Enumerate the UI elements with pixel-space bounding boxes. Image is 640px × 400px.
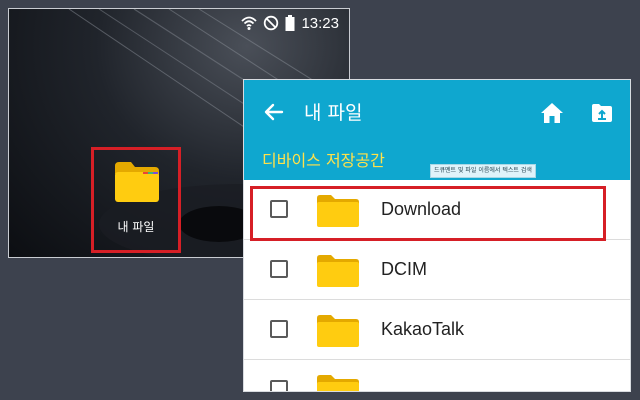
status-bar: 13:23 xyxy=(241,13,339,33)
folder-icon xyxy=(317,315,359,347)
back-arrow-icon[interactable] xyxy=(262,100,286,124)
folder-icon xyxy=(317,375,359,391)
file-manager-window: 내 파일 디바이스 저장공간 드큐멘트 및 파일 이름에서 텍스트 검색 Dow… xyxy=(243,79,631,392)
checkbox[interactable] xyxy=(270,200,288,218)
no-sound-icon xyxy=(263,15,279,31)
folder-list: Download DCIM KakaoTalk xyxy=(244,180,630,391)
list-item-download[interactable]: Download xyxy=(244,180,630,240)
my-files-app-shortcut[interactable]: 내 파일 xyxy=(91,147,181,253)
checkbox[interactable] xyxy=(270,380,288,391)
search-tooltip: 드큐멘트 및 파일 이름에서 텍스트 검색 xyxy=(430,164,536,178)
list-item-dcim[interactable]: DCIM xyxy=(244,240,630,300)
status-time: 13:23 xyxy=(301,14,339,32)
app-label: 내 파일 xyxy=(117,220,155,234)
page-title: 내 파일 xyxy=(304,102,363,124)
storage-section-title: 디바이스 저장공간 xyxy=(262,151,385,170)
app-header: 내 파일 디바이스 저장공간 드큐멘트 및 파일 이름에서 텍스트 검색 xyxy=(244,80,630,180)
folder-name: Download xyxy=(381,199,462,219)
folder-name: DCIM xyxy=(381,259,427,279)
folder-icon xyxy=(115,162,159,202)
home-icon[interactable] xyxy=(540,101,564,125)
folder-name: KakaoTalk xyxy=(381,319,465,339)
list-item-partial[interactable] xyxy=(244,360,630,391)
checkbox[interactable] xyxy=(270,260,288,278)
folder-icon xyxy=(317,195,359,227)
list-item-kakaotalk[interactable]: KakaoTalk xyxy=(244,300,630,360)
folder-icon xyxy=(317,255,359,287)
battery-icon xyxy=(285,15,295,31)
wifi-icon xyxy=(241,15,258,31)
folder-up-icon[interactable] xyxy=(590,101,614,125)
checkbox[interactable] xyxy=(270,320,288,338)
